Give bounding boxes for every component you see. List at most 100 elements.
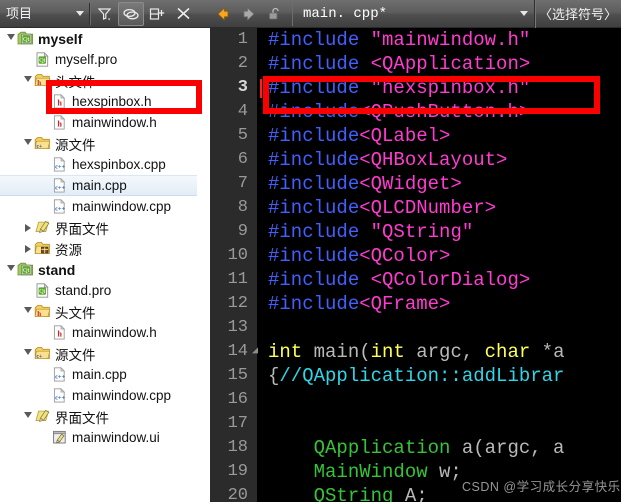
code-token: "hexspinbox.h" [370, 77, 531, 99]
code-line[interactable]: 5 #include<QLabel> [210, 124, 621, 148]
tree-item-stand[interactable]: Qt stand [0, 259, 197, 280]
code-line[interactable]: 9 #include "QString" [210, 220, 621, 244]
current-file-selector[interactable]: main. cpp* [292, 1, 534, 26]
code-lines[interactable]: 1 #include "mainwindow.h" 2 #include <QAppl… [210, 28, 621, 502]
code-text: int main(int argc, char *a [268, 340, 564, 364]
tree-item-label: myself [38, 30, 83, 47]
cpp-file-icon: c++ [51, 156, 68, 173]
code-token: main( [313, 341, 371, 363]
tree-no-expander [38, 364, 51, 385]
project-tree[interactable]: Qt myself Qt myself.pro h 头文件 h hexspinbox.h h ma… [0, 28, 197, 502]
tree-item-[interactable]: h 头文件 [0, 301, 197, 322]
svg-text:Qt: Qt [39, 288, 45, 295]
code-line[interactable]: 16 [210, 388, 621, 412]
tree-item-mainwindow.ui[interactable]: mainwindow.ui [0, 427, 197, 448]
qt-pro-file-icon: Qt [34, 51, 51, 68]
tree-item-hexspinbox.cpp[interactable]: c++ hexspinbox.cpp [0, 154, 197, 175]
tree-item-[interactable]: c+ 源文件 [0, 343, 197, 364]
code-line[interactable]: 19 MainWindow w; [210, 460, 621, 484]
chevron-down-icon[interactable] [21, 343, 34, 364]
code-line[interactable]: 14 ◢ int main(int argc, char *a [210, 340, 621, 364]
code-line[interactable]: 10 #include<QColor> [210, 244, 621, 268]
svg-text:c++: c++ [55, 205, 65, 212]
tree-item-myself.pro[interactable]: Qt myself.pro [0, 49, 197, 70]
split-add-icon[interactable] [144, 2, 170, 26]
ui-file-icon [51, 429, 68, 446]
line-number: 17 [227, 414, 248, 433]
tree-item-[interactable]: c+ 源文件 [0, 133, 197, 154]
navigate-forward-icon[interactable] [236, 1, 262, 27]
code-line[interactable]: 15 {//QApplication::addLibrar [210, 364, 621, 388]
code-token: #include [268, 221, 371, 243]
code-line[interactable]: 1 #include "mainwindow.h" [210, 28, 621, 52]
code-token: #include [268, 173, 360, 195]
code-text: #include <QApplication> [268, 52, 530, 76]
line-number: 19 [227, 462, 248, 481]
folder-res-icon [34, 240, 51, 257]
svg-text:Qt: Qt [23, 267, 30, 274]
tree-item-label: hexspinbox.cpp [72, 157, 166, 172]
code-token: "QString" [370, 221, 474, 243]
code-line[interactable]: 17 [210, 412, 621, 436]
code-line[interactable]: 8 #include<QLCDNumber> [210, 196, 621, 220]
line-number: 14 [227, 342, 248, 361]
link-icon[interactable] [118, 1, 144, 26]
navigate-back-icon[interactable] [210, 1, 236, 27]
chevron-down-icon[interactable] [21, 406, 34, 427]
chevron-right-icon[interactable] [21, 217, 34, 238]
code-line[interactable]: 7 #include<QWidget> [210, 172, 621, 196]
code-line[interactable]: 13 [210, 316, 621, 340]
code-text: #include<QLCDNumber> [268, 196, 496, 220]
code-editor[interactable]: 1 #include "mainwindow.h" 2 #include <QAppl… [210, 28, 621, 502]
tree-item-myself[interactable]: Qt myself [0, 28, 197, 49]
h-file-icon: h [51, 93, 68, 110]
code-token: #include [268, 293, 360, 315]
chevron-down-icon[interactable] [21, 301, 34, 322]
tree-item-mainwindow.cpp[interactable]: c++ mainwindow.cpp [0, 385, 197, 406]
code-line[interactable]: 18 QApplication a(argc, a [210, 436, 621, 460]
tree-item-mainwindow.cpp[interactable]: c++ mainwindow.cpp [0, 196, 197, 217]
tree-item-stand.pro[interactable]: Qt stand.pro [0, 280, 197, 301]
chevron-down-icon[interactable] [21, 133, 34, 154]
code-line[interactable]: 3 #include "hexspinbox.h" [210, 76, 621, 100]
tree-item-[interactable]: 界面文件 [0, 217, 197, 238]
chevron-down-icon[interactable] [4, 28, 17, 49]
line-number: 20 [227, 486, 248, 502]
code-text: #include<QHBoxLayout> [268, 148, 507, 172]
code-token: QString [313, 485, 405, 502]
current-file-label: main. cpp* [303, 5, 388, 22]
chevron-down-icon[interactable] [21, 70, 34, 91]
symbol-selector[interactable]: 〈选择符号〉 [533, 0, 621, 28]
tree-item-[interactable]: 资源 [0, 238, 197, 259]
tree-right-margin [197, 28, 210, 502]
code-token: #include [268, 245, 360, 267]
tree-item-hexspinbox.h[interactable]: h hexspinbox.h [0, 91, 197, 112]
close-icon[interactable] [170, 2, 196, 26]
code-line[interactable]: 6 #include<QHBoxLayout> [210, 148, 621, 172]
tree-item-mainwindow.h[interactable]: h mainwindow.h [0, 112, 197, 133]
lock-icon[interactable] [262, 1, 288, 27]
code-line[interactable]: 11 #include <QColorDialog> [210, 268, 621, 292]
chevron-down-icon[interactable] [4, 259, 17, 280]
code-line[interactable]: 20 QString A; [210, 484, 621, 502]
code-line[interactable]: 4 #include<QPushButton.h> [210, 100, 621, 124]
tree-item-main.cpp[interactable]: c++ main.cpp [0, 175, 197, 196]
tree-item-mainwindow.h[interactable]: h mainwindow.h [0, 322, 197, 343]
tree-item-[interactable]: 界面文件 [0, 406, 197, 427]
code-line[interactable]: 2 #include <QApplication> [210, 52, 621, 76]
folder-ui-icon [34, 408, 51, 425]
filter-icon[interactable] [92, 2, 118, 26]
svg-text:c++: c++ [55, 394, 65, 401]
svg-text:h: h [57, 120, 62, 129]
code-token: { [268, 365, 280, 387]
chevron-right-icon[interactable] [21, 238, 34, 259]
tree-item-main.cpp[interactable]: c++ main.cpp [0, 364, 197, 385]
chevron-down-icon [519, 11, 528, 16]
fold-toggle-icon[interactable]: ◢ [250, 340, 260, 364]
project-view-mode-combo[interactable]: 项目 [2, 2, 88, 26]
tree-item-label: mainwindow.cpp [72, 388, 172, 403]
tree-item-[interactable]: h 头文件 [0, 70, 197, 91]
code-line[interactable]: 12 #include<QFrame> [210, 292, 621, 316]
